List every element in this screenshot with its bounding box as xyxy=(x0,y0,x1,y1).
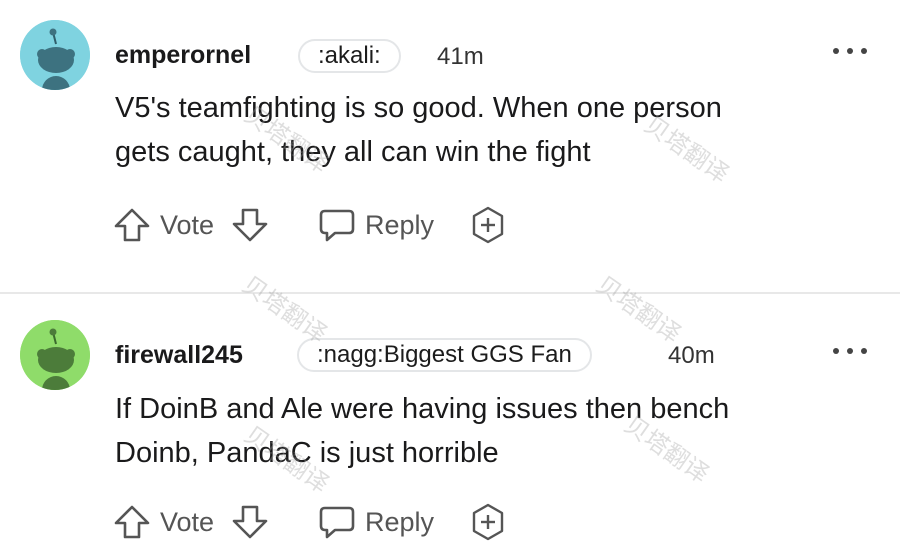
more-options-icon[interactable] xyxy=(833,341,867,361)
upvote-button[interactable] xyxy=(112,203,152,247)
award-plus-icon xyxy=(472,206,504,244)
vote-label: Vote xyxy=(160,210,215,240)
reply-button[interactable]: Reply xyxy=(317,203,434,247)
user-flair: :akali: xyxy=(298,39,401,73)
arrow-up-icon xyxy=(114,505,150,539)
timestamp: 40m xyxy=(668,342,715,369)
comment-body: V5's teamfighting is so good. When one p… xyxy=(115,92,722,168)
timestamp: 41m xyxy=(437,43,484,70)
arrow-up-icon xyxy=(114,208,150,242)
snoo-avatar-icon xyxy=(20,320,90,390)
watermark: 贝塔翻译 xyxy=(591,270,686,349)
comment-divider xyxy=(0,292,900,294)
snoo-avatar-icon xyxy=(20,20,90,90)
arrow-down-icon xyxy=(232,208,268,242)
username[interactable]: firewall245 xyxy=(115,340,243,370)
user-flair: :nagg:Biggest GGS Fan xyxy=(297,338,592,372)
downvote-button[interactable] xyxy=(230,203,270,247)
username[interactable]: emperornel xyxy=(115,40,251,70)
reply-button[interactable]: Reply xyxy=(317,500,434,544)
comment-bubble-icon xyxy=(319,506,355,539)
comment-bubble-icon xyxy=(319,209,355,242)
watermark: 贝塔翻译 xyxy=(237,270,332,349)
upvote-button[interactable] xyxy=(112,500,152,544)
downvote-button[interactable] xyxy=(230,500,270,544)
arrow-down-icon xyxy=(232,505,268,539)
award-button[interactable] xyxy=(468,500,508,544)
comment-body: If DoinB and Ale were having issues then… xyxy=(115,393,730,469)
avatar[interactable] xyxy=(20,320,90,390)
award-plus-icon xyxy=(472,503,504,541)
vote-label: Vote xyxy=(160,507,215,537)
more-options-icon[interactable] xyxy=(833,41,867,61)
avatar[interactable] xyxy=(20,20,90,90)
award-button[interactable] xyxy=(468,203,508,247)
